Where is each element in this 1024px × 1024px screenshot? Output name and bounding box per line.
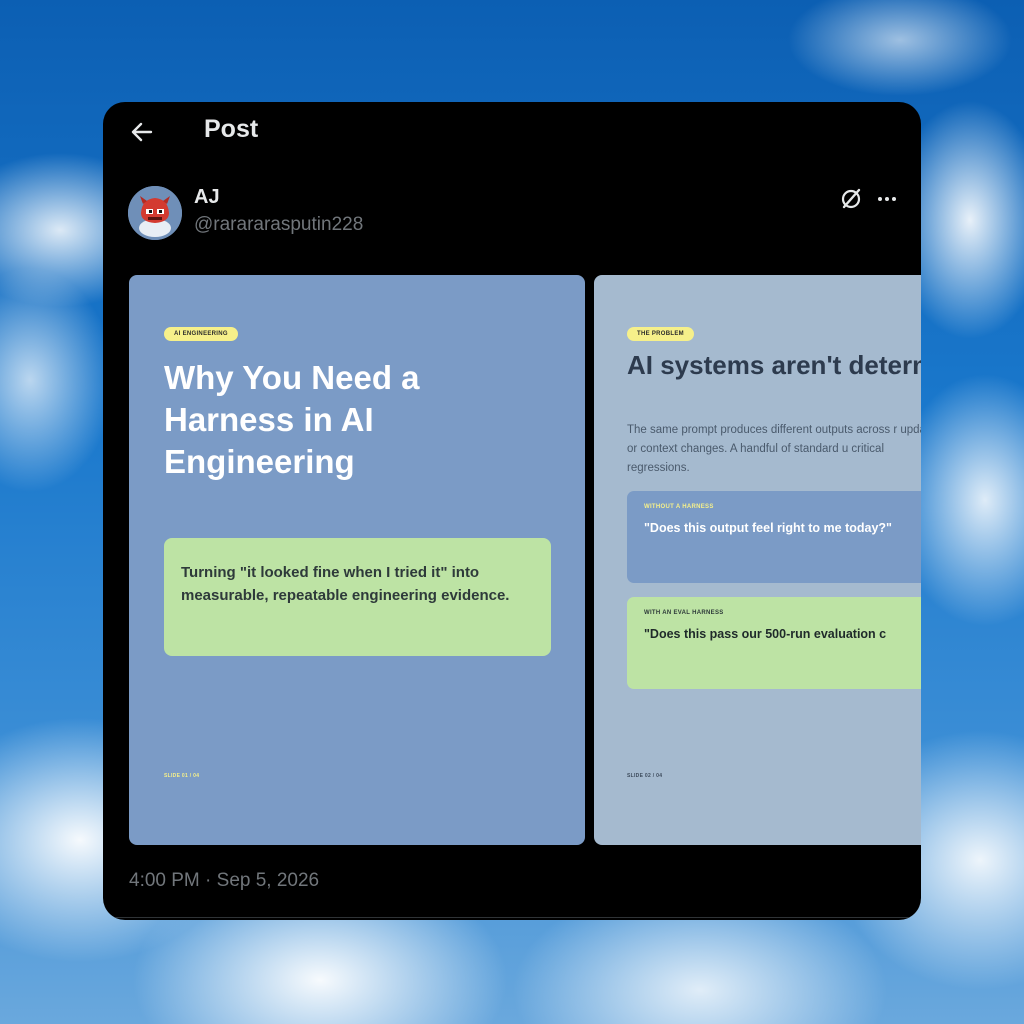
comparison-box-without-harness: WITHOUT A HARNESS "Does this output feel… [627,491,921,583]
carousel-slide-1[interactable]: AI ENGINEERING Why You Need a Harness in… [129,275,585,845]
comparison-label: WITH AN EVAL HARNESS [644,610,724,616]
author-name[interactable]: AJ [194,186,220,209]
page-title: Post [204,115,259,143]
more-options-icon[interactable] [873,184,903,214]
slide-title: Why You Need a Harness in AI Engineering [164,359,420,480]
avatar-character-icon [128,186,182,240]
slide-callout: Turning "it looked fine when I tried it"… [164,538,551,656]
post-header: Post [103,102,921,160]
slide-counter: SLIDE 02 / 04 [627,773,663,779]
slide-title: AI systems aren't deterministic. [627,350,921,380]
comparison-quote: "Does this pass our 500-run evaluation c [644,627,887,641]
slide-callout-text: Turning "it looked fine when I tried it"… [181,564,510,604]
post-window: Post AJ @rarararasputin228 AI ENGINEERIN… [103,102,921,920]
comparison-label: WITHOUT A HARNESS [644,504,714,510]
divider [103,917,921,918]
back-arrow-icon[interactable] [129,119,155,145]
slide-body: The same prompt produces different outpu… [627,424,921,474]
carousel-slide-2[interactable]: THE PROBLEM AI systems aren't determinis… [594,275,921,845]
post-timestamp[interactable]: 4:00 PM · Sep 5, 2026 [129,870,319,892]
slide-counter: SLIDE 01 / 04 [164,773,200,779]
slide-tag: AI ENGINEERING [164,327,238,341]
author-handle[interactable]: @rarararasputin228 [194,214,363,236]
avatar[interactable] [128,186,182,240]
slide-tag: THE PROBLEM [627,327,694,341]
grok-icon[interactable] [836,184,866,214]
comparison-quote: "Does this output feel right to me today… [644,521,892,535]
comparison-box-with-harness: WITH AN EVAL HARNESS "Does this pass our… [627,597,921,689]
